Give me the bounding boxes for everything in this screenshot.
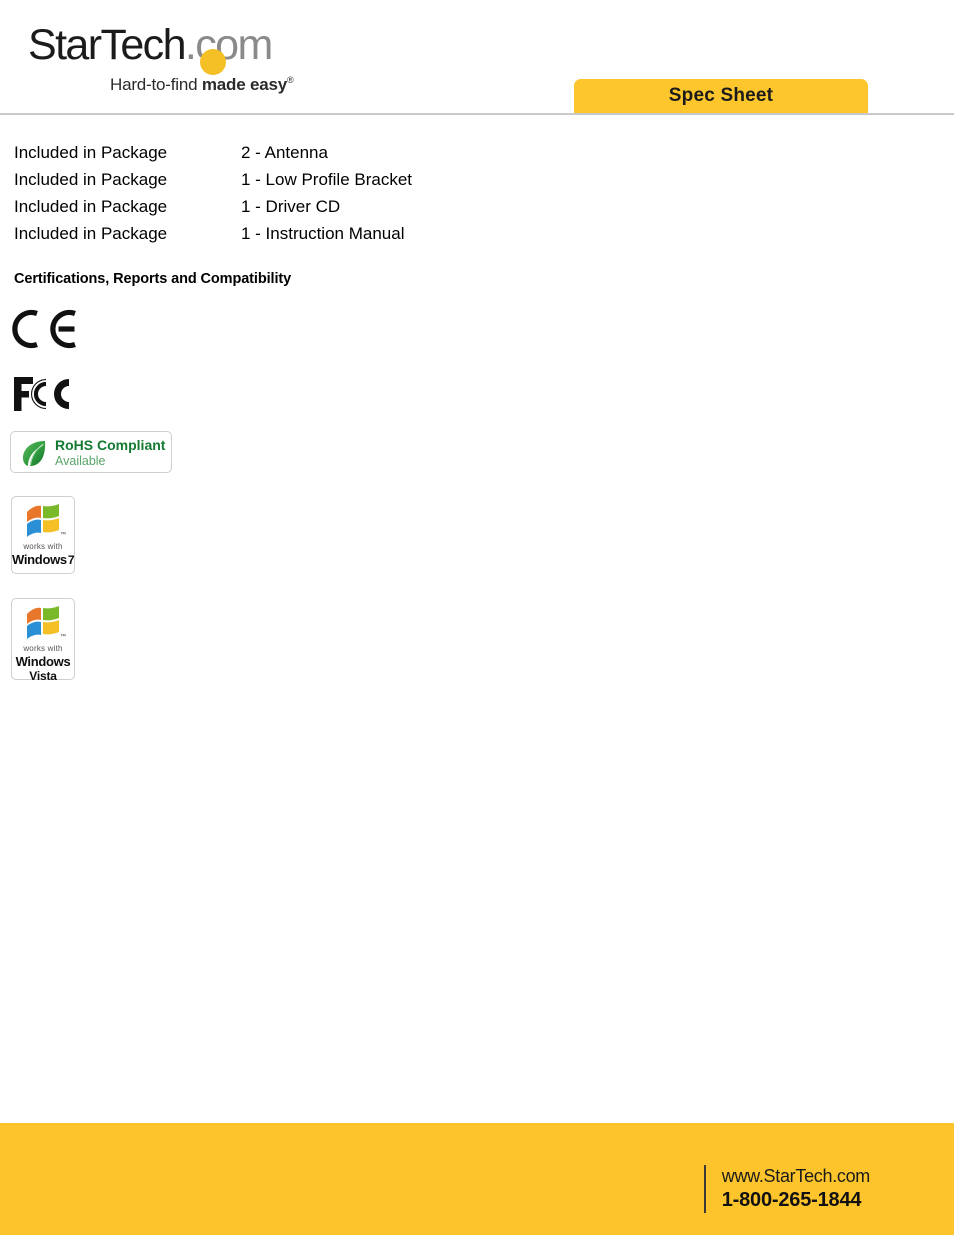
works-with-label: works with [23,644,63,653]
windows-version: 7 [67,553,75,567]
footer-website-url[interactable]: www.StarTech.com [722,1165,871,1188]
logo-wordmark: StarTech.com [28,21,328,75]
logo-dot-icon [200,49,226,75]
table-row: Included in Package 1 - Driver CD [14,193,714,220]
fcc-mark-icon [14,377,70,411]
windows-name-label: Windows [15,654,71,669]
rohs-title: RoHS Compliant [55,437,166,453]
windows-flag-icon [27,606,59,639]
package-row-label: Included in Package [14,143,168,162]
table-row: Included in Package 1 - Low Profile Brack… [14,166,714,193]
rohs-subtitle: Available [55,454,106,468]
windows-version: Vista [29,669,57,683]
package-row-label: Included in Package [14,170,168,189]
works-with-windows-vista-badge: ™ works with Windows Vista [11,598,75,683]
trademark-icon: ™ [60,532,66,538]
windows-word: Windows [12,552,67,567]
windows-flag-icon [27,504,59,537]
certifications-heading: Certifications, Reports and Compatibilit… [14,271,292,287]
package-row-label: Included in Package [14,197,168,216]
included-in-package-list: Included in Package 2 - Antenna Included … [14,139,714,247]
logo-tagline: Hard-to-find made easy® [110,70,328,95]
package-row-value: 2 - Antenna [241,143,328,162]
registered-trademark-icon: ® [287,75,294,85]
logo-domain-text: .com [184,21,273,69]
table-row: Included in Package 1 - Instruction Manua… [14,220,714,247]
rohs-compliant-badge: RoHS Compliant Available [10,431,172,473]
rohs-text-block: RoHS Compliant Available [55,436,165,469]
tagline-regular: Hard-to-find [110,75,202,94]
spec-sheet-banner-label: Spec Sheet [668,85,774,106]
trademark-icon: ™ [60,634,66,640]
table-row: Included in Package 2 - Antenna [14,139,714,166]
header-divider [0,113,954,115]
works-with-windows-7-badge: ™ works with Windows7 [11,496,75,574]
ce-mark-icon [12,309,76,349]
footer-contact-block: www.StarTech.com 1-800-265-1844 [703,1165,871,1213]
startech-logo: StarTech.com Hard-to-find made easy® [28,22,328,95]
logo-brand-text: StarTech [28,21,186,69]
windows-flag-wrap: ™ [24,606,66,640]
page-header: StarTech.com Hard-to-find made easy® Spe… [0,0,954,118]
windows-flag-wrap: ™ [24,504,66,538]
page-footer: www.StarTech.com 1-800-265-1844 [0,1123,954,1235]
footer-phone-number[interactable]: 1-800-265-1844 [722,1188,870,1213]
certification-marks [12,306,82,414]
spec-sheet-banner: Spec Sheet [574,79,868,115]
windows-name-label: Windows7 [12,552,75,568]
package-row-value: 1 - Instruction Manual [241,224,405,243]
package-row-value: 1 - Driver CD [241,197,341,216]
package-row-value: 1 - Low Profile Bracket [241,170,413,189]
works-with-label: works with [23,542,63,551]
leaf-icon [23,441,46,466]
tagline-bold: made easy [201,75,288,94]
package-row-label: Included in Package [14,224,168,243]
